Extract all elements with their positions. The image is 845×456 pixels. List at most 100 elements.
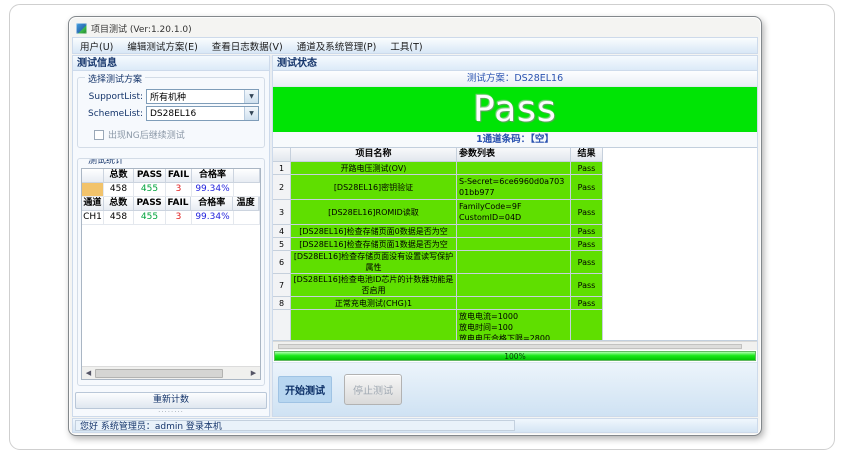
action-button-area: 开始测试 停止测试 — [273, 362, 757, 416]
item-name: 开路电压测试(OV) — [291, 162, 457, 175]
chevron-down-icon: ▼ — [249, 110, 254, 117]
items-horizontal-scrollbar[interactable] — [273, 341, 757, 350]
continue-after-ng-checkbox[interactable] — [94, 130, 104, 140]
item-params — [457, 297, 571, 310]
item-row-number: 7 — [273, 274, 291, 297]
supportlist-value: 所有机种 — [150, 90, 186, 103]
test-progress-bar: 100% — [274, 351, 756, 361]
summary-header-row: 总数 PASS FAIL 合格率 — [82, 169, 260, 183]
test-item-row[interactable]: 5 [DS28EL16]检查存储页面1数据是否为空 Pass — [273, 238, 603, 251]
channel-temp-value — [234, 211, 260, 225]
channel-header-row: 通道 总数 PASS FAIL 合格率 温度 上次 — [82, 197, 260, 211]
scrollbar-thumb[interactable] — [95, 369, 223, 378]
test-item-row[interactable]: 2 [DS28EL16]密钥验证 S-Secret=6ce6960d0a7030… — [273, 175, 603, 200]
start-test-button[interactable]: 开始测试 — [278, 376, 332, 403]
menu-tools[interactable]: 工具(T) — [383, 38, 429, 54]
item-params: FamilyCode=9F CustomID=04D — [457, 200, 571, 225]
reset-count-button[interactable]: 重新计数 — [75, 392, 267, 409]
summary-data-row[interactable]: 458 455 3 99.34% — [82, 183, 260, 197]
statistics-empty-area — [82, 225, 260, 366]
items-header-name: 项目名称 — [291, 148, 457, 162]
test-item-row[interactable]: 4 [DS28EL16]检查存储页面0数据是否为空 Pass — [273, 225, 603, 238]
test-item-row[interactable]: 3 [DS28EL16]ROMID读取 FamilyCode=9F Custom… — [273, 200, 603, 225]
login-status-text: 您好 系统管理员：admin 登录本机 — [75, 420, 515, 431]
stop-test-button[interactable]: 停止测试 — [344, 374, 402, 405]
main-area: 测试信息 选择测试方案 SupportList: 所有机种 ▼ SchemeLi… — [72, 55, 758, 417]
item-name: 正常充电测试(CHG)1 — [291, 297, 457, 310]
splitter-grip[interactable]: ········ — [73, 410, 269, 416]
test-item-row[interactable]: 1 开路电压测试(OV) Pass — [273, 162, 603, 175]
item-result: Pass — [571, 175, 603, 200]
supportlist-dropdown-button[interactable]: ▼ — [244, 90, 258, 103]
channel-header-last: 上次 — [259, 197, 260, 211]
channel-rate-value: 99.34% — [192, 211, 234, 225]
statistics-listview[interactable]: 总数 PASS FAIL 合格率 458 455 3 99.34% — [81, 168, 261, 380]
test-status-header: 测试状态 — [273, 56, 757, 71]
scroll-right-icon[interactable]: ▶ — [247, 368, 260, 379]
summary-header-pass: PASS — [134, 169, 166, 183]
items-table-body: 1 开路电压测试(OV) Pass 2 [DS28EL16]密钥验证 S-Sec… — [273, 162, 603, 341]
test-item-row[interactable]: 6 [DS28EL16]检查存储页面没有设置读写保护属性 Pass — [273, 251, 603, 274]
items-header-params: 参数列表 — [457, 148, 571, 162]
item-name: [DS28EL16]ROMID读取 — [291, 200, 457, 225]
scrollbar-thumb[interactable] — [278, 344, 743, 349]
schemelist-label: SchemeList: — [83, 109, 143, 119]
summary-header-rate: 合格率 — [192, 169, 234, 183]
channel-header-pass: PASS — [134, 197, 166, 211]
progress-area: 100% — [273, 350, 757, 362]
window-title: 项目测试 (Ver:1.20.1.0) — [91, 22, 192, 35]
summary-header-total: 总数 — [104, 169, 134, 183]
channel-header-total: 总数 — [104, 197, 134, 211]
summary-row-selector[interactable] — [82, 183, 104, 197]
item-row-number: 9 — [273, 310, 291, 341]
summary-row-spacer — [234, 183, 260, 197]
channel-fail-value: 3 — [166, 211, 192, 225]
app-window: 项目测试 (Ver:1.20.1.0) 用户(U) 编辑测试方案(E) 查看日志… — [68, 16, 762, 436]
title-bar[interactable]: 项目测试 (Ver:1.20.1.0) — [72, 19, 758, 37]
overall-status-text: Pass — [473, 89, 557, 130]
supportlist-row: SupportList: 所有机种 ▼ — [83, 89, 259, 104]
statistics-horizontal-scrollbar[interactable]: ◀ ▶ — [82, 366, 260, 379]
channel-data-row[interactable]: CH1 458 455 3 99.34% — [82, 211, 260, 225]
item-result: Pass — [571, 238, 603, 251]
test-item-row[interactable]: 7 [DS28EL16]检查电池ID芯片的计数器功能是否启用 Pass — [273, 274, 603, 297]
item-name: [DS28EL16]检查存储页面1数据是否为空 — [291, 238, 457, 251]
item-name: [DS28EL16]检查存储页面0数据是否为空 — [291, 225, 457, 238]
supportlist-dropdown[interactable]: 所有机种 ▼ — [146, 89, 259, 104]
item-name: [DS28EL16]密钥验证 — [291, 175, 457, 200]
test-status-panel: 测试状态 测试方案：DS28EL16 Pass 1通道条码：【空】 项目名称 参… — [272, 55, 758, 417]
item-result: Pass — [571, 310, 603, 341]
item-row-number: 4 — [273, 225, 291, 238]
item-params — [457, 274, 571, 297]
menu-channel-system[interactable]: 通道及系统管理(P) — [290, 38, 384, 54]
schemelist-dropdown-button[interactable]: ▼ — [244, 107, 258, 120]
item-result: Pass — [571, 297, 603, 310]
supportlist-label: SupportList: — [83, 92, 143, 102]
test-item-row[interactable]: 8 正常充电测试(CHG)1 Pass — [273, 297, 603, 310]
test-info-panel: 测试信息 选择测试方案 SupportList: 所有机种 ▼ SchemeLi… — [72, 55, 270, 417]
item-result: Pass — [571, 225, 603, 238]
channel-header-rate: 合格率 — [191, 197, 233, 211]
menu-view-log[interactable]: 查看日志数据(V) — [205, 38, 290, 54]
test-item-row[interactable]: 9 正常放电测试(DSG)1 放电电流=1000 放电时间=100 放电电压合格… — [273, 310, 603, 341]
summary-header-fail: FAIL — [166, 169, 192, 183]
menu-user[interactable]: 用户(U) — [73, 38, 120, 54]
continue-after-ng-row: 出现NG后继续测试 — [94, 128, 257, 141]
item-row-number: 3 — [273, 200, 291, 225]
item-result: Pass — [571, 251, 603, 274]
menu-edit-scheme[interactable]: 编辑测试方案(E) — [120, 38, 204, 54]
schemelist-dropdown[interactable]: DS28EL16 ▼ — [146, 106, 259, 121]
menu-bar: 用户(U) 编辑测试方案(E) 查看日志数据(V) 通道及系统管理(P) 工具(… — [72, 37, 758, 54]
items-header-number — [273, 148, 291, 162]
overall-status-banner: Pass — [273, 87, 757, 132]
app-icon — [76, 23, 87, 34]
summary-pass-value: 455 — [134, 183, 166, 197]
channel-header-channel: 通道 — [82, 197, 104, 211]
summary-header-blank — [82, 169, 104, 183]
item-row-number: 6 — [273, 251, 291, 274]
scroll-left-icon[interactable]: ◀ — [82, 368, 95, 379]
summary-total-value: 458 — [104, 183, 134, 197]
items-header-row: 项目名称 参数列表 结果 — [273, 148, 603, 162]
test-items-region: 项目名称 参数列表 结果 1 开路电压测试(OV) Pass 2 [DS28EL… — [273, 147, 757, 341]
item-params — [457, 251, 571, 274]
